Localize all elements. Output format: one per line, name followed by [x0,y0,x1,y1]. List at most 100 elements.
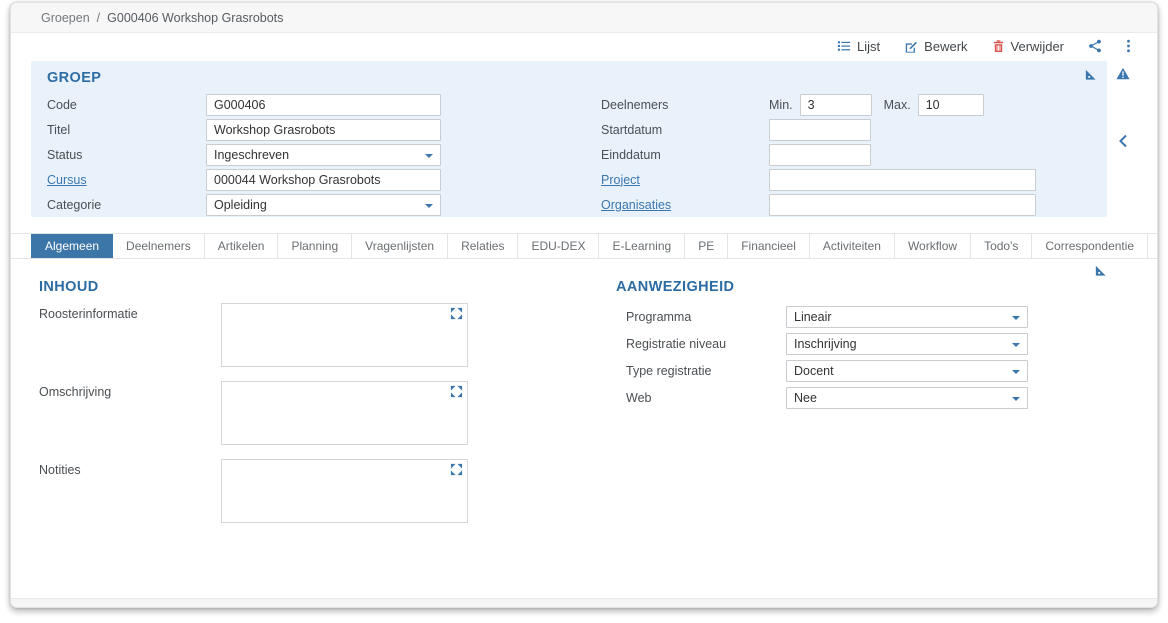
field-label: Registratie niveau [616,337,786,351]
startdatum-input[interactable] [769,119,871,141]
categorie-label: Categorie [47,198,206,212]
more-options-button[interactable] [1126,39,1131,53]
tab-algemeen[interactable]: Algemeen [31,234,113,258]
kebab-menu-icon [1126,39,1131,53]
organisaties-input[interactable] [769,194,1036,216]
categorie-select[interactable]: Opleiding [206,194,441,216]
selected-value: Inschrijving [794,337,857,351]
delete-button-label: Verwijder [1011,39,1064,54]
tab-planning[interactable]: Planning [278,234,352,258]
tab-vragenlijsten[interactable]: Vragenlijsten [352,234,448,258]
tab-e-learning[interactable]: E-Learning [599,234,685,258]
dropdown-select[interactable]: Docent [786,360,1028,382]
breadcrumb-groepen-link[interactable]: Groepen [41,11,90,25]
share-icon [1088,39,1102,53]
field-row-project: Project [601,167,1091,192]
aanwezigheid-section: AANWEZIGHEID Programma Lineair Registrat… [606,279,1137,537]
field-row-registratie-niveau: Registratie niveau Inschrijving [616,330,1137,357]
einddatum-input[interactable] [769,144,871,166]
edit-button[interactable]: Bewerk [904,39,967,54]
field-row-titel: Titel [47,117,601,142]
field-row-status: Status Ingeschreven [47,142,601,167]
tab-bar: AlgemeenDeelnemersArtikelenPlanningVrage… [11,233,1157,259]
tab-workflow[interactable]: Workflow [895,234,971,258]
right-rail [1107,61,1147,217]
text-area[interactable] [221,303,468,367]
corner-marker-icon[interactable] [1084,68,1097,86]
titel-input[interactable] [206,119,441,141]
field-label: Type registratie [616,364,786,378]
tab-deelnemers[interactable]: Deelnemers [113,234,205,258]
chevron-down-icon [1012,397,1020,401]
tab-artikelen[interactable]: Artikelen [205,234,279,258]
tab-activiteiten[interactable]: Activiteiten [810,234,895,258]
expand-arrows-icon[interactable] [450,307,463,323]
field-label: Roosterinformatie [39,303,221,370]
groep-panel: GROEP Code Titel Status Ingeschreven [31,61,1107,217]
text-area[interactable] [221,459,468,523]
dropdown-select[interactable]: Nee [786,387,1028,409]
startdatum-label: Startdatum [601,123,769,137]
project-input[interactable] [769,169,1036,191]
field-row-web: Web Nee [616,384,1137,411]
categorie-value: Opleiding [214,198,267,212]
toolbar: Lijst Bewerk Verwijder [11,33,1157,59]
chevron-left-icon[interactable] [1118,134,1128,153]
cursus-input[interactable] [206,169,441,191]
warning-triangle-icon[interactable] [1116,67,1130,85]
chevron-down-icon [425,154,433,158]
field-row-einddatum: Einddatum [601,142,1091,167]
field-label: Notities [39,459,221,526]
project-link[interactable]: Project [601,173,640,187]
trash-icon [992,39,1005,53]
deelnemers-label: Deelnemers [601,98,769,112]
organisaties-link[interactable]: Organisaties [601,198,671,212]
selected-value: Docent [794,364,834,378]
card-footer [11,598,1157,607]
aanwezigheid-title: AANWEZIGHEID [616,279,1137,295]
chevron-down-icon [425,204,433,208]
expand-arrows-icon[interactable] [450,463,463,479]
cursus-link[interactable]: Cursus [47,173,87,187]
inhoud-title: INHOUD [39,279,606,295]
min-label: Min. [769,98,793,112]
field-row-omschrijving: Omschrijving [39,381,606,448]
code-input[interactable] [206,94,441,116]
deelnemers-max-input[interactable] [918,94,984,116]
dropdown-select[interactable]: Lineair [786,306,1028,328]
tab-bestanden[interactable]: Bestanden [1148,234,1158,258]
max-label: Max. [884,98,911,112]
field-row-notities: Notities [39,459,606,526]
tab-correspondentie[interactable]: Correspondentie [1032,234,1148,258]
code-label: Code [47,98,206,112]
status-value: Ingeschreven [214,148,289,162]
field-row-code: Code [47,92,601,117]
edit-button-label: Bewerk [924,39,967,54]
field-row-categorie: Categorie Opleiding [47,192,601,217]
app-window: Groepen / G000406 Workshop Grasrobots Li… [10,2,1158,608]
deelnemers-min-input[interactable] [800,94,872,116]
einddatum-label: Einddatum [601,148,769,162]
tab-edu-dex[interactable]: EDU-DEX [518,234,599,258]
status-select[interactable]: Ingeschreven [206,144,441,166]
list-button[interactable]: Lijst [837,39,880,54]
field-label: Web [616,391,786,405]
field-row-cursus: Cursus [47,167,601,192]
text-area[interactable] [221,381,468,445]
tab-financieel[interactable]: Financieel [728,234,810,258]
list-button-label: Lijst [857,39,880,54]
edit-pencil-icon [904,39,918,53]
share-button[interactable] [1088,39,1102,53]
delete-button[interactable]: Verwijder [992,39,1064,54]
field-row-startdatum: Startdatum [601,117,1091,142]
tab-relaties[interactable]: Relaties [448,234,518,258]
dropdown-select[interactable]: Inschrijving [786,333,1028,355]
corner-marker-icon[interactable] [1094,264,1107,282]
selected-value: Nee [794,391,817,405]
field-row-type-registratie: Type registratie Docent [616,357,1137,384]
field-row-programma: Programma Lineair [616,303,1137,330]
expand-arrows-icon[interactable] [450,385,463,401]
tab-pe[interactable]: PE [685,234,728,258]
groep-panel-row: GROEP Code Titel Status Ingeschreven [11,59,1157,217]
tab-todo-s[interactable]: Todo's [971,234,1032,258]
